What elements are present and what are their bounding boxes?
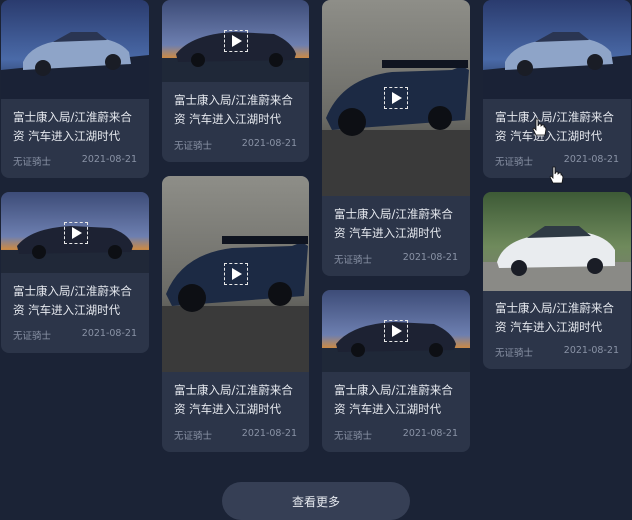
card-meta: 无证骑士 2021-08-21 — [13, 328, 137, 342]
card-thumbnail[interactable] — [483, 0, 631, 99]
card-title[interactable]: 富士康入局/江淮蔚来合资 汽车进入江湖时代 — [495, 299, 621, 337]
card-title[interactable]: 富士康入局/江淮蔚来合资 汽车进入江湖时代 — [495, 108, 621, 146]
card-title[interactable]: 富士康入局/江淮蔚来合资 汽车进入江湖时代 — [13, 108, 139, 146]
card-thumbnail[interactable] — [162, 0, 309, 82]
video-card[interactable]: 富士康入局/江淮蔚来合资 汽车进入江湖时代 无证骑士 2021-08-21 — [162, 176, 309, 452]
card-date: 2021-08-21 — [563, 345, 619, 356]
hand-cursor-icon — [549, 166, 564, 184]
card-author: 无证骑士 — [13, 331, 52, 342]
card-date: 2021-08-21 — [81, 328, 137, 339]
blue-sedan-image — [1, 0, 149, 99]
card-date: 2021-08-21 — [241, 138, 297, 149]
card-thumbnail[interactable] — [162, 176, 309, 372]
play-icon[interactable] — [384, 87, 408, 109]
card-meta: 无证骑士 2021-08-21 — [334, 428, 458, 442]
video-card[interactable]: 富士康入局/江淮蔚来合资 汽车进入江湖时代 无证骑士 2021-08-21 — [322, 0, 470, 276]
card-author: 无证骑士 — [334, 255, 373, 266]
video-card[interactable]: 富士康入局/江淮蔚来合资 汽车进入江湖时代 无证骑士 2021-08-21 — [1, 0, 149, 178]
card-thumbnail[interactable] — [483, 192, 631, 291]
card-meta: 无证骑士 2021-08-21 — [334, 252, 458, 266]
card-title[interactable]: 富士康入局/江淮蔚来合资 汽车进入江湖时代 — [174, 91, 299, 129]
video-card[interactable]: 富士康入局/江淮蔚来合资 汽车进入江湖时代 无证骑士 2021-08-21 — [322, 290, 470, 452]
white-sedan-image — [483, 192, 631, 291]
card-thumbnail[interactable] — [1, 192, 149, 273]
card-title[interactable]: 富士康入局/江淮蔚来合资 汽车进入江湖时代 — [334, 205, 460, 243]
card-date: 2021-08-21 — [402, 252, 458, 263]
blue-sedan-image — [483, 0, 631, 99]
load-more-button[interactable]: 查看更多 — [222, 482, 410, 520]
card-thumbnail[interactable] — [322, 0, 470, 196]
card-date: 2021-08-21 — [563, 154, 619, 165]
card-thumbnail[interactable] — [322, 290, 470, 372]
video-card[interactable]: 富士康入局/江淮蔚来合资 汽车进入江湖时代 无证骑士 2021-08-21 — [483, 192, 631, 369]
play-icon[interactable] — [224, 30, 248, 52]
card-date: 2021-08-21 — [241, 428, 297, 439]
card-meta: 无证骑士 2021-08-21 — [174, 138, 297, 152]
play-icon[interactable] — [64, 222, 88, 244]
card-date: 2021-08-21 — [81, 154, 137, 165]
video-card[interactable]: 富士康入局/江淮蔚来合资 汽车进入江湖时代 无证骑士 2021-08-21 — [162, 0, 309, 162]
card-author: 无证骑士 — [13, 157, 52, 168]
card-title[interactable]: 富士康入局/江淮蔚来合资 汽车进入江湖时代 — [13, 282, 139, 320]
card-author: 无证骑士 — [174, 141, 213, 152]
card-meta: 无证骑士 2021-08-21 — [13, 154, 137, 168]
card-author: 无证骑士 — [334, 431, 373, 442]
play-icon[interactable] — [384, 320, 408, 342]
card-meta: 无证骑士 2021-08-21 — [174, 428, 297, 442]
video-card[interactable]: 富士康入局/江淮蔚来合资 汽车进入江湖时代 无证骑士 2021-08-21 — [483, 0, 631, 178]
video-card[interactable]: 富士康入局/江淮蔚来合资 汽车进入江湖时代 无证骑士 2021-08-21 — [1, 192, 149, 353]
card-author: 无证骑士 — [174, 431, 213, 442]
card-thumbnail[interactable] — [1, 0, 149, 99]
card-title[interactable]: 富士康入局/江淮蔚来合资 汽车进入江湖时代 — [174, 381, 299, 419]
hand-cursor-icon — [532, 118, 547, 136]
card-author: 无证骑士 — [495, 348, 534, 359]
card-meta: 无证骑士 2021-08-21 — [495, 345, 619, 359]
card-title[interactable]: 富士康入局/江淮蔚来合资 汽车进入江湖时代 — [334, 381, 460, 419]
play-icon[interactable] — [224, 263, 248, 285]
card-date: 2021-08-21 — [402, 428, 458, 439]
card-author: 无证骑士 — [495, 157, 534, 168]
